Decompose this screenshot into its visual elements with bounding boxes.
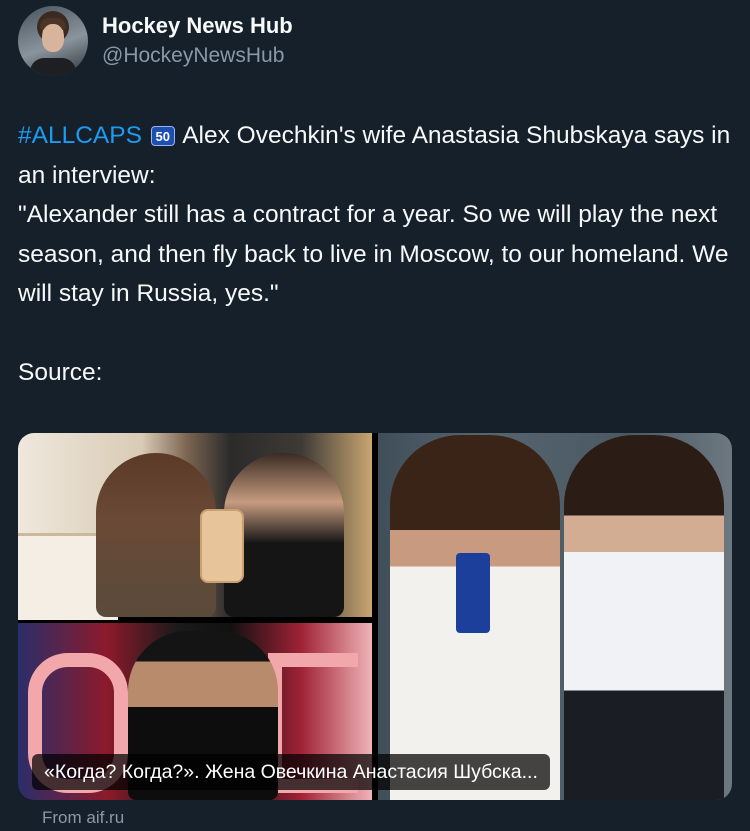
badge-50-icon: 50 xyxy=(150,126,175,146)
hashtag-link[interactable]: #ALLCAPS xyxy=(18,122,142,149)
photo-woman-left xyxy=(390,435,560,800)
avatar-face xyxy=(42,24,64,52)
tweet-text: #ALLCAPS 50 Alex Ovechkin's wife Anastas… xyxy=(18,116,734,393)
author-handle[interactable]: @HockeyNewsHub xyxy=(102,42,293,70)
photo-woman-right xyxy=(564,435,724,800)
avatar-shirt xyxy=(30,58,76,76)
avatar[interactable] xyxy=(18,6,88,76)
photo-woman xyxy=(96,453,216,617)
link-card-domain[interactable]: From aif.ru xyxy=(42,808,124,828)
link-card-caption[interactable]: «Когда? Когда?». Жена Овечкина Анастасия… xyxy=(32,754,550,790)
tweet-quote: "Alexander still has a contract for a ye… xyxy=(18,201,729,307)
photo-two-women xyxy=(378,433,732,800)
photo-couple-selfie xyxy=(18,433,372,620)
author-display-name[interactable]: Hockey News Hub xyxy=(102,12,293,40)
photo-blue-top xyxy=(456,553,490,633)
tweet-intro: #ALLCAPS 50 Alex Ovechkin's wife Anastas… xyxy=(18,116,734,195)
link-preview-card[interactable]: «Когда? Когда?». Жена Овечкина Анастасия… xyxy=(18,433,732,800)
author-names: Hockey News Hub @HockeyNewsHub xyxy=(102,12,293,70)
tweet-header: Hockey News Hub @HockeyNewsHub xyxy=(18,6,293,76)
photo-phone xyxy=(200,509,244,583)
tweet-source-label: Source: xyxy=(18,359,103,386)
tweet-spacer xyxy=(18,314,734,354)
